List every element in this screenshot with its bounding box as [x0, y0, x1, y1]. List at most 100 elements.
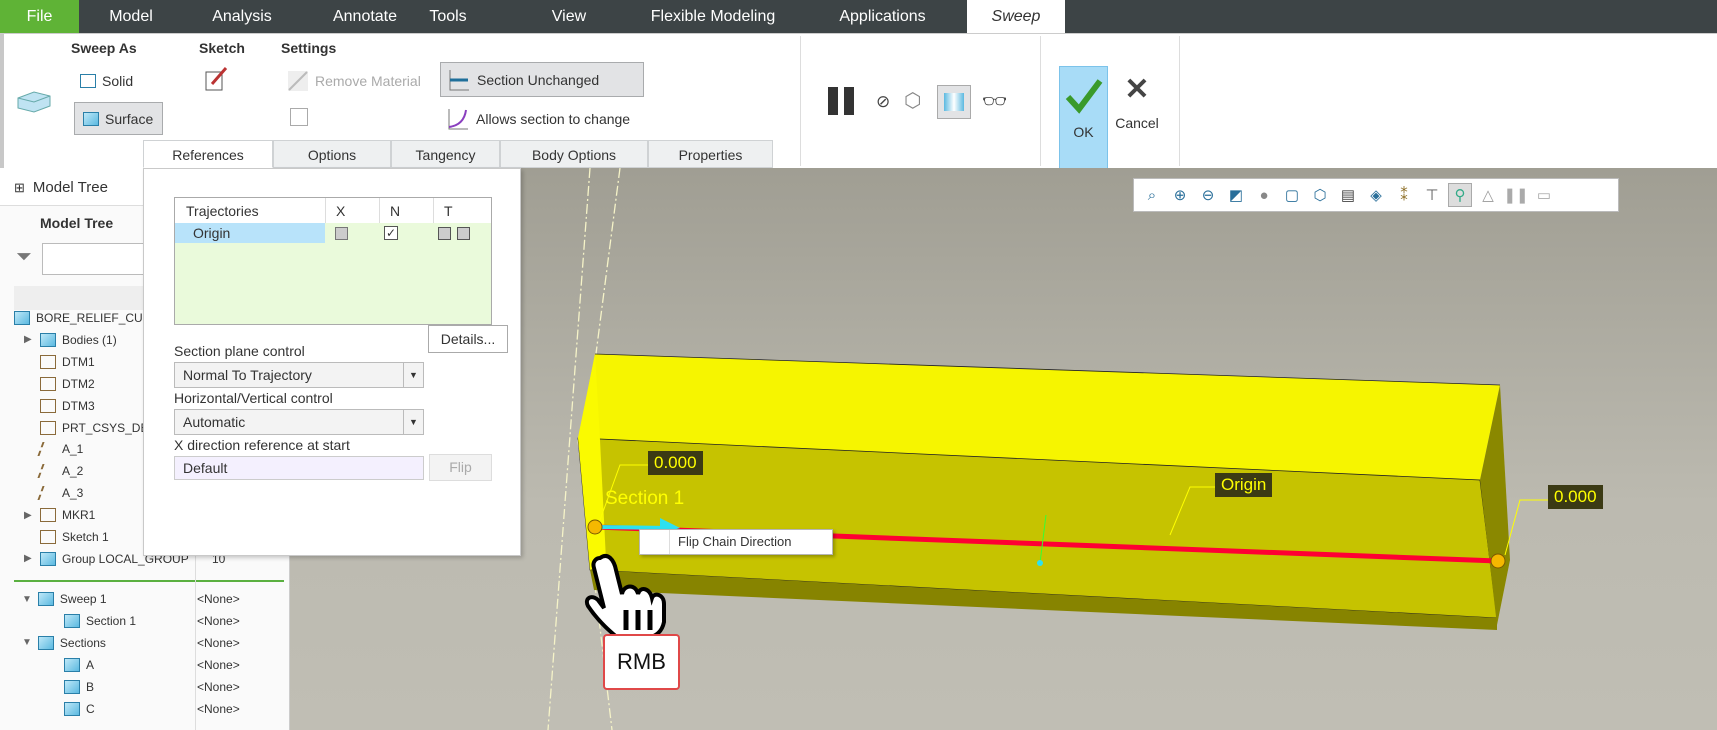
t-checkbox-2[interactable]: [457, 227, 470, 240]
col-t: T: [433, 198, 463, 223]
no-preview-icon[interactable]: ⊘: [876, 92, 890, 112]
origin-label: Origin: [1215, 473, 1273, 497]
allows-section-change-label: Allows section to change: [476, 111, 631, 127]
group-separator: [1179, 36, 1180, 166]
zoom-out-icon[interactable]: ⊖: [1196, 183, 1220, 207]
thicken-checkbox[interactable]: [290, 108, 308, 126]
solid-button[interactable]: Solid: [80, 68, 133, 94]
tab-flexible-modeling[interactable]: Flexible Modeling: [640, 0, 786, 33]
details-button[interactable]: Details...: [428, 325, 508, 353]
remove-material-icon: [288, 71, 308, 91]
sketch-icon[interactable]: [204, 66, 230, 92]
section-plane-dropdown[interactable]: Normal To Trajectory ▼: [174, 362, 424, 388]
hv-control-value: Automatic: [183, 414, 246, 430]
section-plane-value: Normal To Trajectory: [183, 367, 312, 383]
variable-section-icon: [448, 109, 468, 130]
datum-display-icon[interactable]: ⁑: [1392, 183, 1416, 207]
surface-icon: [83, 111, 99, 126]
section-unchanged-icon: [449, 69, 469, 90]
remove-material-button[interactable]: Remove Material: [287, 68, 421, 94]
ribbon-edge: [0, 34, 4, 169]
surface-button[interactable]: Surface: [74, 102, 163, 135]
n-checkbox[interactable]: ✓: [384, 226, 398, 240]
table-header: Trajectories X N T: [175, 198, 491, 223]
chevron-down-icon: ▼: [403, 410, 423, 434]
tab-options[interactable]: Options: [273, 140, 391, 168]
hand-cursor-icon: [585, 553, 666, 640]
tab-view[interactable]: View: [540, 0, 598, 33]
perspective-icon[interactable]: ▤: [1336, 183, 1360, 207]
cancel-button[interactable]: ✕ Cancel: [1112, 66, 1162, 171]
verify-preview-button[interactable]: [937, 85, 971, 119]
annotation-display-icon[interactable]: ⊤: [1420, 183, 1444, 207]
tab-references[interactable]: References: [143, 140, 273, 168]
cancel-label: Cancel: [1115, 115, 1159, 131]
t-checkbox-1[interactable]: [438, 227, 451, 240]
section-unchanged-button[interactable]: Section Unchanged: [440, 62, 644, 97]
preview-mesh-icon[interactable]: ⬡: [904, 88, 921, 113]
pause-animation-icon[interactable]: ❚❚: [1503, 183, 1528, 207]
end-point-handle[interactable]: [1490, 553, 1506, 569]
dimension-left[interactable]: 0.000: [648, 451, 703, 475]
xdir-reference-field[interactable]: Default: [174, 456, 424, 480]
dim-leader-right: [1504, 499, 1548, 556]
tab-annotate[interactable]: Annotate: [320, 0, 410, 33]
col-n: N: [379, 198, 410, 223]
tab-sweep[interactable]: Sweep: [967, 0, 1065, 33]
solid-icon: [80, 74, 96, 88]
zoom-in-icon[interactable]: ⊕: [1168, 183, 1192, 207]
start-point-handle[interactable]: [587, 519, 603, 535]
view-toolbar: ⌕ ⊕ ⊖ ◩ ● ▢ ⬡ ▤ ◈ ⁑ ⊤ ⚲ △ ❚❚ ▭: [1133, 178, 1619, 212]
allows-section-change-button[interactable]: Allows section to change: [446, 104, 630, 134]
col-x: X: [325, 198, 355, 223]
repaint-icon[interactable]: ◩: [1224, 183, 1248, 207]
tab-tools[interactable]: Tools: [420, 0, 476, 33]
section-plane-label: Section plane control: [174, 343, 305, 359]
hv-control-label: Horizontal/Vertical control: [174, 390, 333, 406]
tab-tangency[interactable]: Tangency: [391, 140, 500, 168]
saved-orientations-icon[interactable]: ▢: [1280, 183, 1304, 207]
spin-center-icon[interactable]: ⚲: [1448, 183, 1472, 207]
trajectories-table: Trajectories X N T Origin ✓: [174, 197, 492, 325]
ok-button[interactable]: OK: [1059, 66, 1108, 171]
references-panel: Trajectories X N T Origin ✓ Details... S…: [143, 168, 521, 556]
pause-button[interactable]: [828, 87, 858, 115]
trajectory-name[interactable]: Origin: [175, 223, 325, 243]
section-label: Section 1: [605, 488, 685, 509]
tab-applications[interactable]: Applications: [830, 0, 935, 33]
sweep-as-label: Sweep As: [71, 40, 137, 56]
glasses-icon[interactable]: 👓︎: [982, 89, 1007, 114]
appearance-icon[interactable]: △: [1476, 183, 1500, 207]
tab-file[interactable]: File: [0, 0, 79, 33]
sweep-feature-icon: [17, 91, 51, 113]
mouse-hint-badge: RMB: [603, 634, 680, 690]
sketch-label: Sketch: [199, 40, 245, 56]
group-separator: [800, 36, 801, 166]
display-style-icon[interactable]: ●: [1252, 183, 1276, 207]
view-manager-icon[interactable]: ⬡: [1308, 183, 1332, 207]
verify-icon: [944, 93, 964, 111]
remove-material-label: Remove Material: [315, 73, 421, 89]
flip-button[interactable]: Flip: [429, 454, 492, 481]
x-checkbox[interactable]: [335, 227, 348, 240]
tab-body-options[interactable]: Body Options: [500, 140, 648, 168]
tab-analysis[interactable]: Analysis: [202, 0, 282, 33]
settings-label: Settings: [281, 40, 337, 56]
group-separator: [1040, 36, 1041, 166]
solid-label: Solid: [102, 73, 134, 89]
col-trajectories: Trajectories: [186, 203, 259, 219]
surface-label: Surface: [105, 110, 154, 127]
table-row[interactable]: Origin ✓: [175, 223, 491, 243]
hv-control-dropdown[interactable]: Automatic ▼: [174, 409, 424, 435]
x-icon: ✕: [1124, 73, 1150, 106]
dimension-right[interactable]: 0.000: [1548, 485, 1603, 509]
tab-properties[interactable]: Properties: [648, 140, 773, 168]
direction-arrow: [597, 525, 671, 530]
section-view-icon[interactable]: ◈: [1364, 183, 1388, 207]
ok-label: OK: [1073, 124, 1094, 140]
menu-item-flip-chain-direction[interactable]: Flip Chain Direction: [678, 530, 791, 554]
tab-model[interactable]: Model: [100, 0, 162, 33]
orient-mode-icon[interactable]: ▭: [1532, 183, 1556, 207]
refit-icon[interactable]: ⌕: [1140, 183, 1164, 207]
xdir-label: X direction reference at start: [174, 437, 350, 453]
